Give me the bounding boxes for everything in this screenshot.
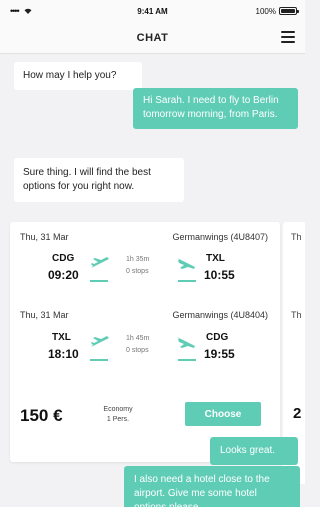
next-card-date: Th <box>291 232 302 242</box>
route-underline <box>90 280 108 282</box>
arrival-time: 19:55 <box>204 347 235 361</box>
battery-indicator: 100% <box>255 6 299 16</box>
flight-airline: Germanwings (4U8407) <box>172 232 268 242</box>
fare-class: Economy <box>103 406 133 413</box>
plane-landing-icon <box>177 258 195 269</box>
flight-stops: 0 stops <box>126 268 149 275</box>
choose-button[interactable]: Choose <box>185 402 261 426</box>
return-flight: Thu, 31 Mar Germanwings (4U8404) TXL 18:… <box>10 300 280 380</box>
signal-icon: •••• <box>10 6 20 16</box>
next-card-price: 2 <box>293 405 302 422</box>
arrival-time: 10:55 <box>204 268 235 282</box>
message-text: Sure thing. I will find the best options… <box>23 167 151 192</box>
status-bar: •••• 9:41 AM 100% <box>0 0 305 22</box>
next-card-date: Th <box>291 310 302 320</box>
outbound-flight: Thu, 31 Mar Germanwings (4U8407) CDG 09:… <box>10 222 280 302</box>
departure-airport: TXL <box>52 332 71 343</box>
user-message: Looks great. <box>210 437 298 465</box>
fare-details: Economy 1 Pers. <box>96 405 140 425</box>
route-underline <box>90 359 108 361</box>
hamburger-menu-icon[interactable] <box>281 31 295 43</box>
user-message: I also need a hotel close to the airport… <box>124 466 300 507</box>
page-title: CHAT <box>136 31 169 44</box>
user-message: Hi Sarah. I need to fly to Berlin tomorr… <box>133 88 298 129</box>
plane-takeoff-icon <box>91 257 109 268</box>
message-text: Looks great. <box>220 445 276 456</box>
route-underline <box>178 359 196 361</box>
nav-bar: CHAT <box>0 22 305 54</box>
flight-airline: Germanwings (4U8404) <box>172 310 268 320</box>
arrival-airport: CDG <box>206 332 229 343</box>
flight-price: 150 € <box>20 406 63 425</box>
arrival-airport: TXL <box>206 253 225 264</box>
flight-duration: 1h 45m <box>126 335 150 342</box>
passenger-count: 1 Pers. <box>106 416 130 423</box>
plane-landing-icon <box>177 337 195 348</box>
wifi-icon <box>24 8 32 14</box>
message-text: Hi Sarah. I need to fly to Berlin tomorr… <box>143 95 279 120</box>
flight-date: Thu, 31 Mar <box>20 310 69 320</box>
battery-percent: 100% <box>255 6 276 16</box>
chat-thread[interactable]: How may I help you? Hi Sarah. I need to … <box>0 54 305 507</box>
flight-stops: 0 stops <box>126 347 149 354</box>
battery-icon <box>279 7 299 15</box>
flight-duration: 1h 35m <box>126 256 150 263</box>
message-text: How may I help you? <box>23 70 117 81</box>
bot-message: Sure thing. I will find the best options… <box>14 158 184 202</box>
flight-date: Thu, 31 Mar <box>20 232 69 242</box>
plane-takeoff-icon <box>91 336 109 347</box>
bot-message: How may I help you? <box>14 62 142 90</box>
departure-time: 09:20 <box>48 268 79 282</box>
message-text: I also need a hotel close to the airport… <box>134 474 270 507</box>
signal-indicator: •••• <box>10 6 33 16</box>
departure-airport: CDG <box>52 253 75 264</box>
route-underline <box>178 280 196 282</box>
flight-offer-card[interactable]: Thu, 31 Mar Germanwings (4U8407) CDG 09:… <box>10 222 280 462</box>
departure-time: 18:10 <box>48 347 79 361</box>
